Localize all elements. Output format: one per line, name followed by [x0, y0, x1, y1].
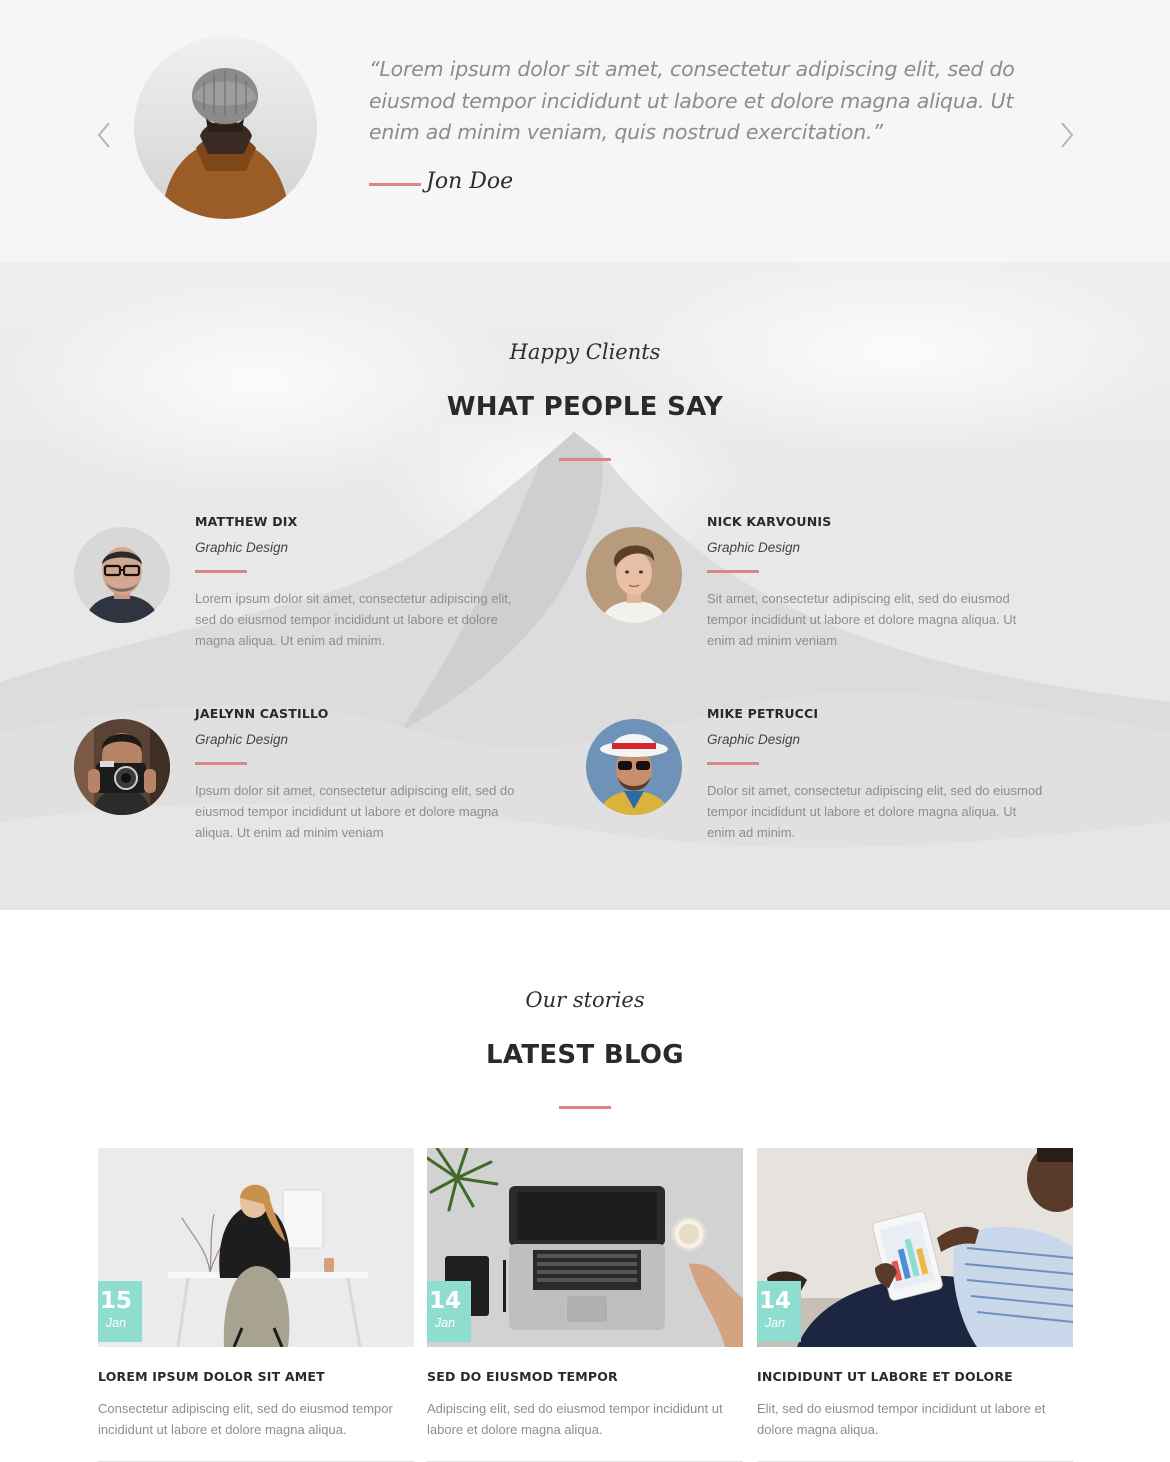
blog-post-title[interactable]: INCIDIDUNT UT LABORE ET DOLORE: [757, 1369, 1013, 1384]
client-divider: [707, 570, 759, 573]
client-role: Graphic Design: [195, 732, 289, 747]
avatar: [586, 719, 682, 815]
blog-post-image[interactable]: 14 Jan: [427, 1148, 743, 1347]
testimonial-author: Jon Doe: [426, 169, 514, 194]
post-date-badge[interactable]: 14 Jan: [757, 1281, 801, 1342]
blog-post-excerpt: Consectetur adipiscing elit, sed do eius…: [98, 1401, 393, 1437]
client-testimonial: MIKE PETRUCCI Graphic Design Dolor sit a…: [586, 706, 1076, 876]
testimonial-quote: “Lorem ipsum dolor sit amet, consectetur…: [369, 57, 1015, 144]
post-date-day: 14: [758, 1288, 791, 1314]
testimonial-slider: “Lorem ipsum dolor sit amet, consectetur…: [0, 0, 1170, 262]
post-date-month: Jan: [764, 1316, 786, 1330]
client-role: Graphic Design: [707, 540, 801, 555]
client-name: MIKE PETRUCCI: [707, 706, 819, 721]
author-divider: [369, 183, 421, 186]
blog-post-excerpt: Elit, sed do eiusmod tempor incididunt u…: [757, 1401, 1046, 1437]
client-quote: Sit amet, consectetur adipiscing elit, s…: [707, 591, 1017, 648]
blog-post-title[interactable]: LOREM IPSUM DOLOR SIT AMET: [98, 1369, 325, 1384]
blog-post-excerpt: Adipiscing elit, sed do eiusmod tempor i…: [427, 1401, 723, 1437]
client-quote: Ipsum dolor sit amet, consectetur adipis…: [195, 783, 515, 840]
avatar: [74, 527, 170, 623]
blog-post-card[interactable]: 14 Jan INCIDIDUNT UT LABORE ET DOLORE El…: [757, 1148, 1073, 1462]
client-quote: Dolor sit amet, consectetur adipiscing e…: [707, 783, 1043, 840]
client-name: MATTHEW DIX: [195, 514, 298, 529]
title-divider: [559, 458, 611, 461]
post-date-day: 15: [99, 1288, 132, 1314]
section-subtitle: Our stories: [525, 988, 645, 1012]
avatar: [586, 527, 682, 623]
post-date-month: Jan: [105, 1316, 127, 1330]
title-divider: [559, 1106, 611, 1109]
section-title: LATEST BLOG: [486, 1040, 684, 1070]
clients-section: Happy Clients WHAT PEOPLE SAY MATTHEW DI…: [0, 262, 1170, 910]
blog-post-title[interactable]: SED DO EIUSMOD TEMPOR: [427, 1369, 618, 1384]
client-testimonial: MATTHEW DIX Graphic Design Lorem ipsum d…: [74, 514, 564, 684]
chevron-right-icon[interactable]: [1059, 121, 1075, 149]
client-role: Graphic Design: [707, 732, 801, 747]
post-date-badge[interactable]: 15 Jan: [98, 1281, 142, 1342]
client-name: NICK KARVOUNIS: [707, 514, 832, 529]
post-date-day: 14: [428, 1288, 461, 1314]
client-divider: [195, 762, 247, 765]
section-subtitle: Happy Clients: [509, 340, 661, 364]
client-quote: Lorem ipsum dolor sit amet, consectetur …: [195, 591, 512, 648]
post-date-month: Jan: [434, 1316, 456, 1330]
blog-section: Our stories LATEST BLOG 15 Jan LOREM IPS…: [0, 910, 1170, 1462]
post-date-badge[interactable]: 14 Jan: [427, 1281, 471, 1342]
client-name: JAELYNN CASTILLO: [195, 706, 329, 721]
client-role: Graphic Design: [195, 540, 289, 555]
client-testimonial: JAELYNN CASTILLO Graphic Design Ipsum do…: [74, 706, 564, 876]
client-testimonial: NICK KARVOUNIS Graphic Design Sit amet, …: [586, 514, 1076, 684]
client-divider: [195, 570, 247, 573]
section-title: WHAT PEOPLE SAY: [446, 392, 724, 422]
blog-post-image[interactable]: 15 Jan: [98, 1148, 414, 1347]
testimonial-author-photo: [134, 36, 317, 219]
chevron-left-icon[interactable]: [96, 121, 112, 149]
avatar: [74, 719, 170, 815]
blog-post-card[interactable]: 15 Jan LOREM IPSUM DOLOR SIT AMET Consec…: [98, 1148, 414, 1462]
blog-post-image[interactable]: 14 Jan: [757, 1148, 1073, 1347]
client-divider: [707, 762, 759, 765]
blog-post-card[interactable]: 14 Jan SED DO EIUSMOD TEMPOR Adipiscing …: [427, 1148, 743, 1462]
